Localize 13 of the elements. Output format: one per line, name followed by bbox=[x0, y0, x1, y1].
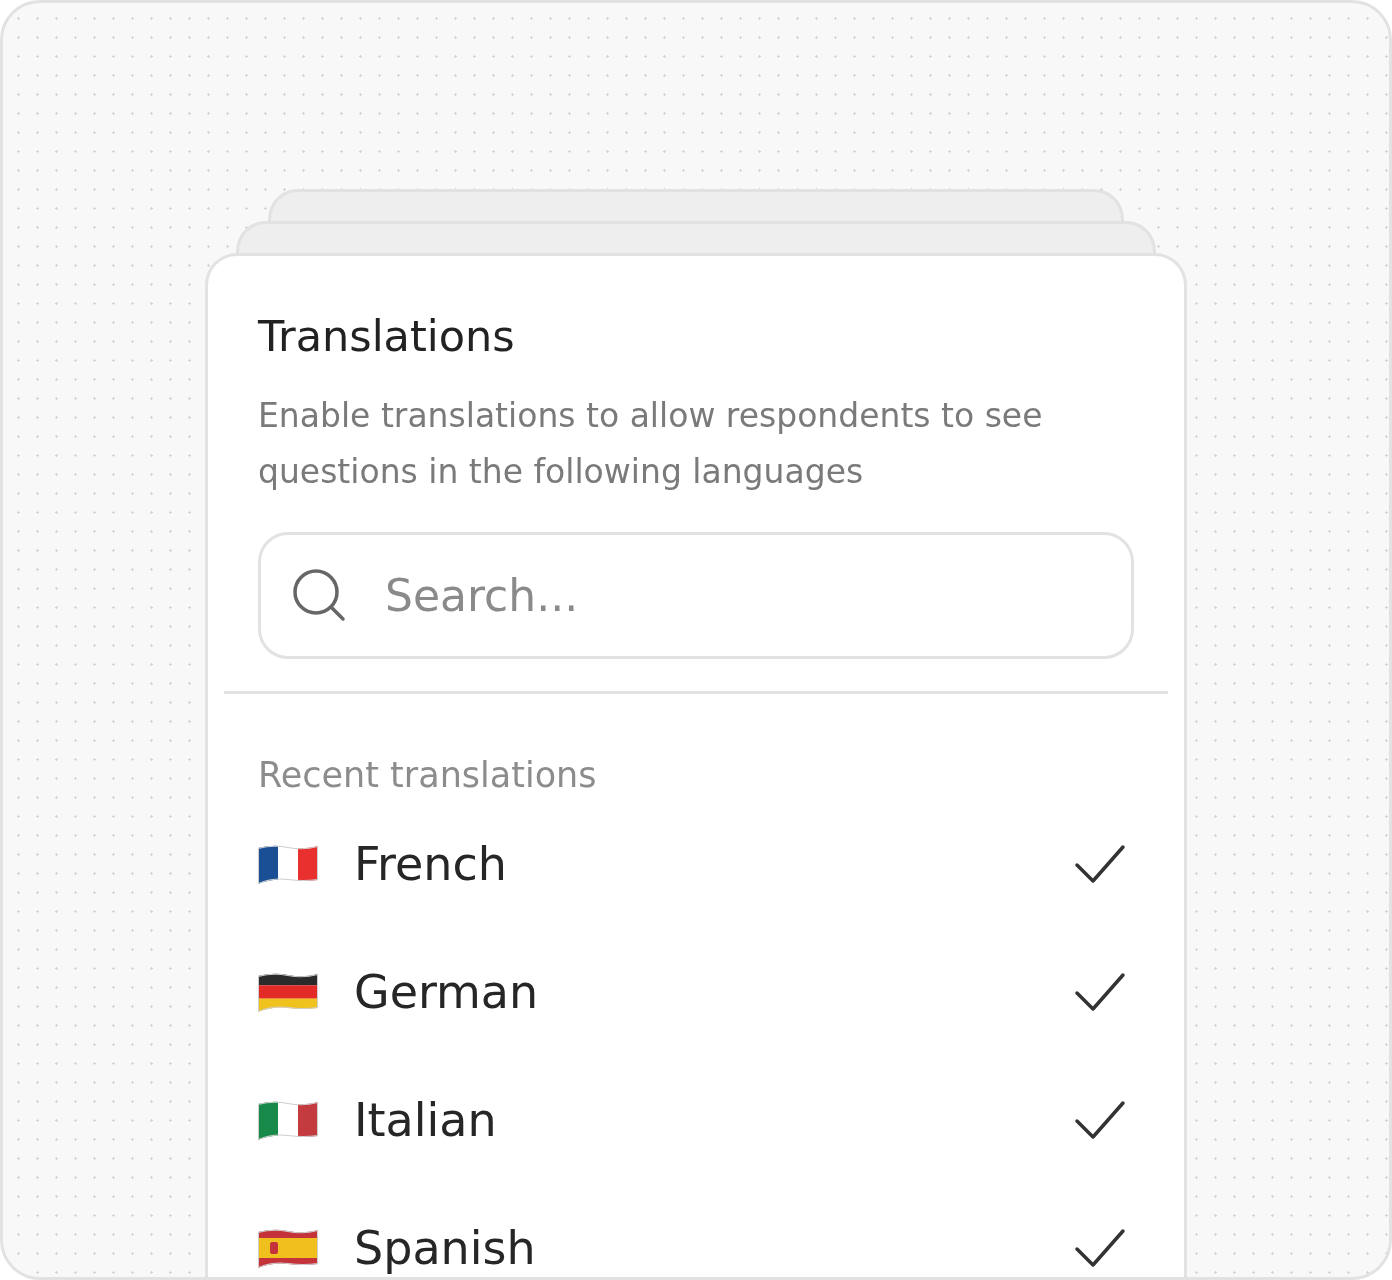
card-description: Enable translations to allow respondents to see questions in the following languages bbox=[258, 395, 1044, 493]
search-icon bbox=[292, 568, 346, 622]
language-name[interactable]: Spanish bbox=[354, 1221, 1038, 1275]
flag-icon bbox=[258, 1100, 318, 1140]
flag-icon bbox=[258, 972, 318, 1012]
card-title: Translations bbox=[258, 310, 516, 363]
search-field[interactable]: Search... bbox=[258, 532, 1134, 659]
language-name[interactable]: French bbox=[354, 837, 1038, 891]
language-name[interactable]: Italian bbox=[354, 1093, 1038, 1147]
section-label: Recent translations bbox=[258, 754, 598, 797]
flag-icon bbox=[258, 844, 318, 884]
language-name[interactable]: German bbox=[354, 965, 1038, 1019]
flag-icon bbox=[258, 1228, 318, 1268]
